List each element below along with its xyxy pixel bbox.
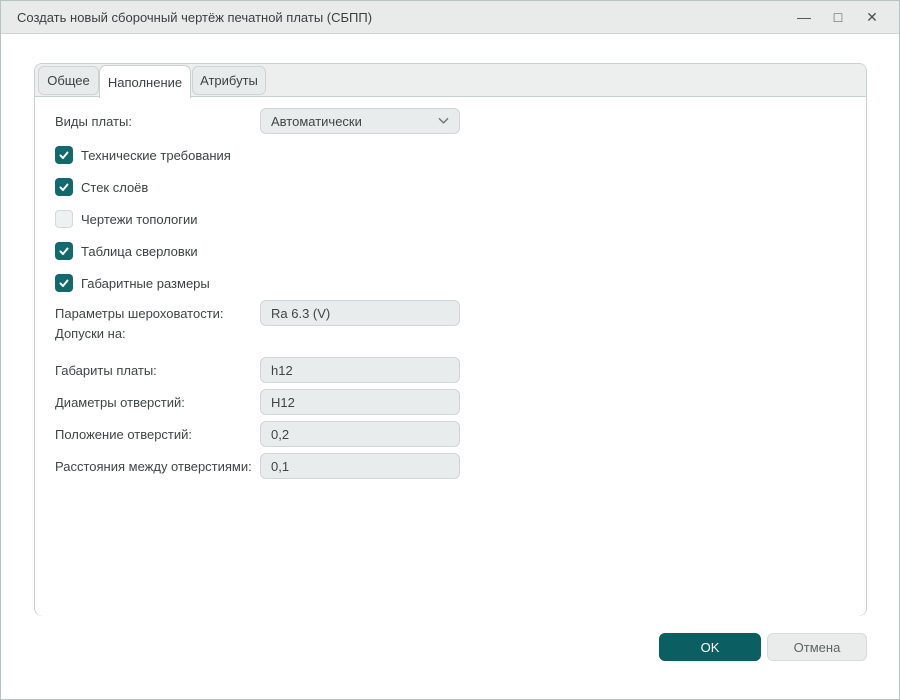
- title-bar[interactable]: Создать новый сборочный чертёж печатной …: [1, 1, 899, 34]
- check-icon: [59, 183, 69, 191]
- maximize-icon: □: [833, 9, 843, 25]
- close-button[interactable]: ✕: [855, 3, 889, 31]
- roughness-row: Параметры шероховатости:: [55, 300, 460, 326]
- window-title: Создать новый сборочный чертёж печатной …: [17, 9, 373, 25]
- minimize-button[interactable]: —: [787, 3, 821, 31]
- tab-content-fill[interactable]: Наполнение: [99, 65, 191, 98]
- dialog-button-bar: OK Отмена: [34, 633, 867, 661]
- check-icon: [59, 279, 69, 287]
- close-icon: ✕: [866, 9, 878, 25]
- checkbox-label: Чертежи топологии: [81, 211, 198, 227]
- check-row: Стек слоёв: [55, 178, 148, 196]
- hole-diameters-input[interactable]: [260, 389, 460, 415]
- checkbox-label: Габаритные размеры: [81, 275, 210, 291]
- hole-spacing-row: Расстояния между отверстиями:: [55, 453, 460, 479]
- hole-spacing-input[interactable]: [260, 453, 460, 479]
- check-row: Технические требования: [55, 146, 231, 164]
- board-views-value: Автоматически: [271, 113, 362, 129]
- check-row: Габаритные размеры: [55, 274, 210, 292]
- checkbox-tech-requirements[interactable]: [55, 146, 73, 164]
- hole-diameters-row: Диаметры отверстий:: [55, 389, 460, 415]
- hole-diameters-label: Диаметры отверстий:: [55, 394, 185, 410]
- tab-attributes[interactable]: Атрибуты: [192, 66, 266, 95]
- window-controls: — □ ✕: [787, 3, 889, 31]
- ok-button[interactable]: OK: [659, 633, 761, 661]
- tab-widget: Общее Наполнение Атрибуты Виды платы: Ав…: [34, 63, 867, 616]
- checkbox-overall-dimensions[interactable]: [55, 274, 73, 292]
- roughness-input[interactable]: [260, 300, 460, 326]
- dialog-window: Создать новый сборочный чертёж печатной …: [0, 0, 900, 700]
- maximize-button[interactable]: □: [821, 3, 855, 31]
- chevron-down-icon: [438, 117, 449, 124]
- tolerances-heading: Допуски на:: [55, 326, 126, 341]
- board-views-label: Виды платы:: [55, 113, 132, 129]
- checkbox-label: Стек слоёв: [81, 179, 149, 195]
- checkbox-topology-drawings[interactable]: [55, 210, 73, 228]
- board-views-select[interactable]: Автоматически: [260, 108, 460, 134]
- board-dimensions-label: Габариты платы:: [55, 362, 157, 378]
- board-dimensions-input[interactable]: [260, 357, 460, 383]
- tab-bar: Общее Наполнение Атрибуты: [35, 64, 866, 98]
- minimize-icon: —: [797, 9, 811, 25]
- tab-content: Виды платы: Автоматически Технические тр…: [35, 97, 866, 616]
- tab-general[interactable]: Общее: [38, 66, 99, 95]
- board-views-row: Виды платы: Автоматически: [55, 108, 460, 134]
- hole-position-row: Положение отверстий:: [55, 421, 460, 447]
- roughness-label: Параметры шероховатости:: [55, 305, 224, 321]
- cancel-button[interactable]: Отмена: [767, 633, 867, 661]
- hole-position-label: Положение отверстий:: [55, 426, 193, 442]
- check-row: Таблица сверловки: [55, 242, 198, 260]
- checkbox-label: Таблица сверловки: [81, 243, 198, 259]
- checkbox-layer-stack[interactable]: [55, 178, 73, 196]
- checkbox-label: Технические требования: [81, 147, 231, 163]
- check-icon: [59, 151, 69, 159]
- hole-position-input[interactable]: [260, 421, 460, 447]
- check-icon: [59, 247, 69, 255]
- check-row: Чертежи топологии: [55, 210, 198, 228]
- checkbox-drill-table[interactable]: [55, 242, 73, 260]
- hole-spacing-label: Расстояния между отверстиями:: [55, 458, 252, 474]
- board-dimensions-row: Габариты платы:: [55, 357, 460, 383]
